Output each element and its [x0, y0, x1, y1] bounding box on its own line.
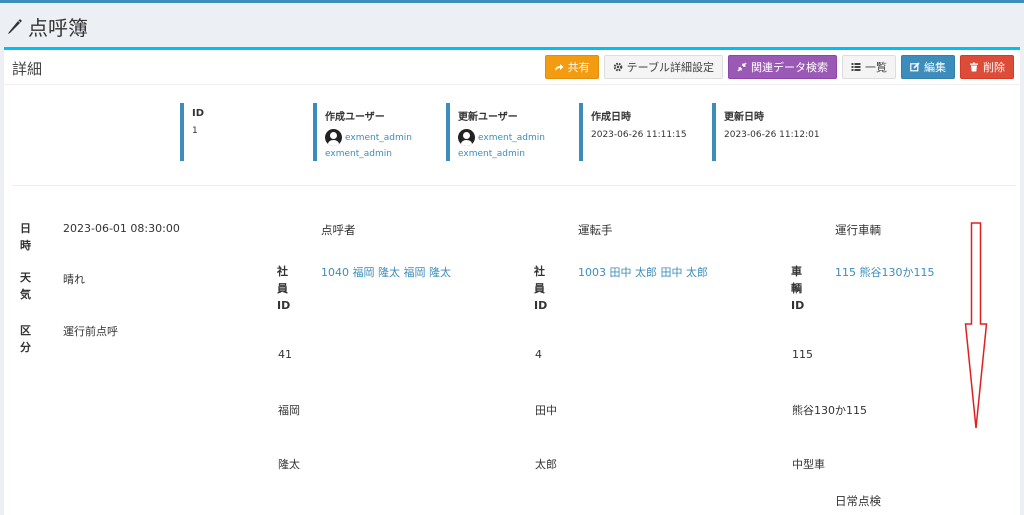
- meta-id-value: 1: [192, 126, 198, 136]
- roll-caller-title: 点呼者: [321, 223, 356, 237]
- related-search-label: 関連データ検索: [751, 61, 828, 74]
- page-title: 点呼簿: [28, 16, 88, 40]
- related-search-button[interactable]: 関連データ検索: [728, 55, 837, 79]
- driver-employee-id-label: 社員ID: [534, 265, 548, 312]
- share-button-label: 共有: [567, 61, 590, 74]
- delete-button-label: 削除: [983, 61, 1005, 74]
- meta-updated-at-value: 2023-06-26 11:12:01: [724, 130, 820, 140]
- list-button-label: 一覧: [865, 61, 887, 74]
- field-datetime-value: 2023-06-01 08:30:00: [63, 222, 180, 235]
- divider: [12, 185, 1016, 186]
- scroll-down-arrow-annotation: [964, 222, 988, 429]
- share-icon: [554, 64, 564, 71]
- updated-user-name: exment_admin: [478, 132, 545, 143]
- delete-button[interactable]: 削除: [960, 55, 1014, 79]
- roll-caller-last-name: 福岡: [278, 404, 300, 417]
- divider: [4, 84, 1020, 85]
- avatar: [458, 129, 475, 146]
- roll-caller-id: 41: [278, 348, 292, 361]
- compress-icon: [737, 62, 747, 72]
- created-user-name2[interactable]: exment_admin: [325, 149, 435, 159]
- box-title: 詳細: [12, 60, 43, 78]
- page-header: 点呼簿: [0, 3, 1024, 47]
- vehicle-title: 運行車輌: [835, 223, 881, 237]
- table-settings-button[interactable]: テーブル詳細設定: [603, 55, 723, 79]
- pencil-icon: [8, 19, 22, 34]
- roll-caller-employee-id-label: 社員ID: [277, 265, 291, 312]
- vehicle-link[interactable]: 115 熊谷130か115: [835, 264, 934, 280]
- daily-check-title: 日常点検: [835, 494, 881, 508]
- list-icon: [851, 63, 861, 71]
- field-category-label: 区分: [20, 324, 31, 354]
- field-category-value: 運行前点呼: [63, 325, 118, 338]
- created-user-name: exment_admin: [345, 132, 412, 143]
- driver-link[interactable]: 1003 田中 太郎 田中 太郎: [578, 264, 708, 280]
- meta-created-at-label: 作成日時: [591, 112, 631, 123]
- driver-last-name: 田中: [535, 404, 557, 417]
- vehicle-plate: 熊谷130か115: [792, 404, 867, 417]
- vehicle-id: 115: [792, 348, 813, 361]
- detail-box: 詳細 共有 テーブル詳細設定 関連データ検索 一覧 編集 削除 ID 1 作成ユ…: [4, 47, 1020, 515]
- meta-id-label: ID: [192, 108, 205, 119]
- gear-icon: [613, 62, 622, 72]
- meta-updated-user: 更新ユーザー exment_admin exment_admin: [446, 103, 568, 161]
- field-datetime-label: 日時: [20, 222, 31, 252]
- field-weather-value: 晴れ: [63, 273, 85, 286]
- edit-button-label: 編集: [924, 61, 946, 74]
- driver-title: 運転手: [578, 223, 613, 237]
- share-button[interactable]: 共有: [544, 55, 599, 79]
- meta-created-user: 作成ユーザー exment_admin exment_admin: [313, 103, 435, 161]
- meta-created-at: 作成日時 2023-06-26 11:11:15: [579, 103, 701, 161]
- vehicle-size: 中型車: [792, 458, 825, 471]
- meta-created-at-value: 2023-06-26 11:11:15: [591, 130, 687, 140]
- created-user-link[interactable]: exment_admin: [325, 129, 435, 146]
- avatar: [325, 129, 342, 146]
- vehicle-id-label: 車輌ID: [791, 265, 805, 312]
- field-weather-label: 天気: [20, 271, 31, 301]
- meta-created-user-label: 作成ユーザー: [325, 112, 385, 123]
- meta-id: ID 1: [180, 103, 302, 161]
- trash-icon: [970, 62, 978, 72]
- edit-button[interactable]: 編集: [901, 55, 955, 79]
- list-button[interactable]: 一覧: [842, 55, 896, 79]
- roll-caller-first-name: 隆太: [278, 458, 300, 471]
- driver-id: 4: [535, 348, 542, 361]
- updated-user-name2[interactable]: exment_admin: [458, 149, 568, 159]
- meta-updated-user-label: 更新ユーザー: [458, 112, 518, 123]
- meta-updated-at-label: 更新日時: [724, 112, 764, 123]
- toolbar: 共有 テーブル詳細設定 関連データ検索 一覧 編集 削除: [544, 55, 1014, 79]
- meta-updated-at: 更新日時 2023-06-26 11:12:01: [712, 103, 834, 161]
- roll-caller-link[interactable]: 1040 福岡 隆太 福岡 隆太: [321, 264, 451, 280]
- table-settings-label: テーブル詳細設定: [626, 61, 714, 74]
- edit-icon: [910, 62, 920, 72]
- updated-user-link[interactable]: exment_admin: [458, 129, 568, 146]
- driver-first-name: 太郎: [535, 458, 557, 471]
